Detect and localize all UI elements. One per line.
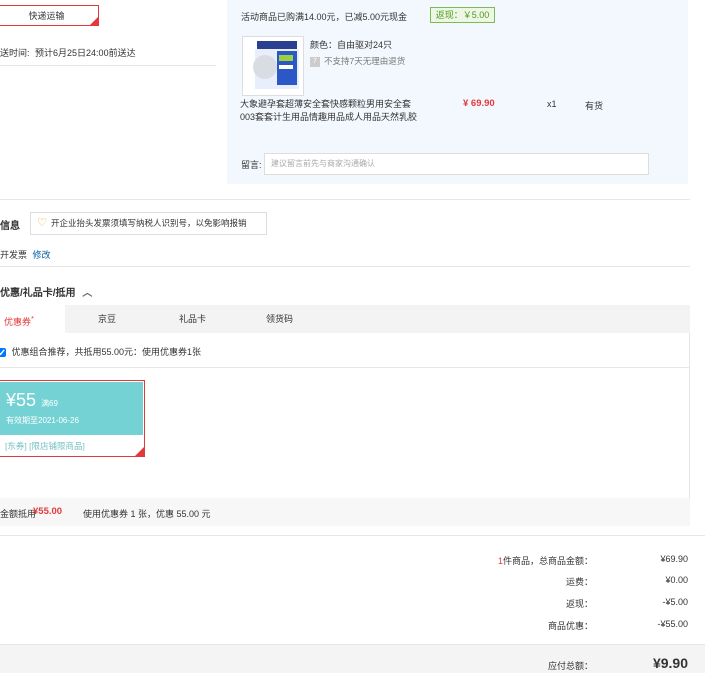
invoice-tip: ♡ 开企业抬头发票须填写纳税人识别号，以免影响报销 — [30, 212, 267, 235]
lightbulb-icon: ♡ — [37, 217, 47, 229]
coupon-condition: 满69 — [41, 399, 58, 408]
return-policy: 7 不支持7天无理由退货 — [310, 55, 405, 67]
coupon-tags: [东券] [限店铺限商品] — [5, 441, 85, 451]
divider — [0, 65, 216, 66]
coupon-amount-value: ¥55 — [6, 390, 37, 410]
product-image[interactable] — [242, 36, 304, 96]
product-price: ¥ 69.90 — [463, 98, 495, 109]
divider — [0, 266, 690, 267]
invoice-status: 开发票 — [0, 250, 28, 260]
divider — [0, 199, 690, 200]
shipping-method-button[interactable]: 快递运输 — [0, 5, 99, 26]
divider — [0, 535, 705, 536]
selected-corner-mark — [135, 447, 144, 456]
payable-bar: 应付总额： ¥9.90 — [0, 644, 705, 673]
rebate-badge: 返现：￥5.00 — [430, 7, 495, 23]
rebate-amount: -¥5.00 — [662, 597, 688, 607]
no-return-icon: 7 — [310, 56, 320, 67]
product-color: 颜色：自由驱对24只 — [310, 38, 392, 51]
discount-summary: 金额抵用 ¥55.00 使用优惠券 1 张，优惠 55.00 元 — [0, 498, 690, 526]
rebate-label: 返现： — [565, 599, 593, 609]
stock-status: 有货 — [585, 101, 604, 111]
product-title-line: 003套套计生用品情趣用品成人用品天然乳胶 — [240, 112, 418, 122]
invoice-section-title: 信息 — [0, 221, 20, 232]
payable-label: 应付总额： — [547, 661, 593, 671]
product-title-line: 大象避孕套超薄安全套快感颗粒男用安全套 — [240, 99, 412, 109]
summary-label: 金额抵用 — [0, 509, 37, 519]
color-label: 颜色： — [310, 40, 338, 50]
product-thumbnail-icon — [253, 41, 299, 89]
promo-text: 活动商品已购满14.00元，已减5.00元现金 — [241, 12, 408, 22]
discount-section-title: 优惠/礼品卡/抵用 — [0, 288, 76, 299]
tab-label: 优惠券 — [4, 317, 32, 327]
tab-coupon[interactable]: 优惠券* — [0, 305, 65, 333]
coupon-amount: ¥55 满69 — [6, 390, 58, 411]
product-title[interactable]: 大象避孕套超薄安全套快感颗粒男用安全套 003套套计生用品情趣用品成人用品天然乳… — [240, 98, 430, 124]
tab-gift-card[interactable]: 礼品卡 — [179, 305, 206, 333]
delivery-time-label: 送时间: — [0, 48, 30, 58]
remark-label: 留言: — [241, 160, 262, 170]
chevron-up-icon: ︿ — [82, 288, 93, 299]
discount-tabs: 优惠券* 京豆 礼品卡 领货码 — [0, 305, 690, 333]
recommend-row: 优惠组合推荐，共抵用55.00元：使用优惠券1张 — [0, 345, 201, 358]
goods-count-label: 1件商品，总商品金额： — [413, 554, 593, 567]
recommend-checkbox[interactable] — [0, 348, 6, 358]
summary-amount: ¥55.00 — [33, 506, 63, 517]
summary-detail: 使用优惠券 1 张，优惠 55.00 元 — [83, 509, 211, 519]
discount-section-header[interactable]: 优惠/礼品卡/抵用 ︿ — [0, 284, 92, 299]
shipping-method-label: 快递运输 — [28, 11, 65, 21]
freight-label: 运费： — [565, 577, 593, 587]
coupon-validity: 有效期至2021-06-26 — [6, 416, 79, 425]
product-discount-amount: -¥55.00 — [657, 619, 688, 629]
delivery-time: 送时间: 预计6月25日24:00前送达 — [0, 46, 136, 59]
invoice-tip-text: 开企业抬头发票须填写纳税人识别号，以免影响报销 — [51, 218, 247, 228]
tab-pickup-code[interactable]: 领货码 — [266, 305, 293, 333]
selected-corner-mark — [90, 17, 98, 25]
product-quantity: x1 — [547, 99, 557, 109]
recommend-text: 优惠组合推荐，共抵用55.00元：使用优惠券1张 — [11, 347, 202, 357]
goods-count-suffix: 件商品，总商品金额： — [502, 556, 593, 566]
divider — [0, 367, 690, 368]
payable-amount: ¥9.90 — [652, 655, 688, 671]
delivery-time-value: 预计6月25日24:00前送达 — [35, 48, 136, 58]
freight-amount: ¥0.00 — [665, 575, 688, 585]
return-policy-text: 不支持7天无理由退货 — [324, 56, 406, 66]
invoice-status-row: 开发票 修改 — [0, 248, 51, 261]
invoice-edit-link[interactable]: 修改 — [33, 250, 51, 260]
product-discount-label: 商品优惠： — [547, 621, 593, 631]
remark-input[interactable]: 建议留言前先与商家沟通确认 — [264, 153, 649, 175]
goods-amount: ¥69.90 — [660, 554, 688, 564]
tab-jd-beans[interactable]: 京豆 — [98, 305, 116, 333]
color-value: 自由驱对24只 — [337, 40, 393, 50]
coupon-card[interactable]: ¥55 满69 有效期至2021-06-26 [东券] [限店铺限商品] — [0, 380, 145, 457]
coupon-face: ¥55 满69 有效期至2021-06-26 — [0, 382, 143, 435]
